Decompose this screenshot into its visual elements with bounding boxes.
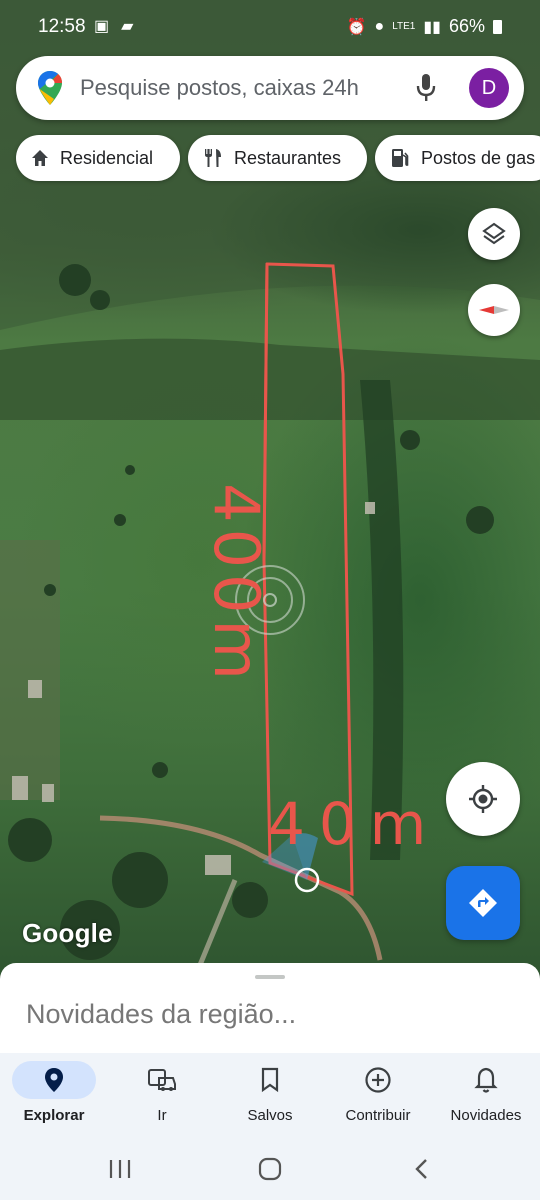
nav-label: Contribuir [345, 1107, 411, 1124]
directions-button[interactable] [446, 866, 520, 940]
chip-label: Restaurantes [234, 147, 342, 168]
chip-label: Postos de gas [421, 147, 536, 168]
bookmark-icon [261, 1067, 279, 1093]
home-nav-icon[interactable] [258, 1157, 282, 1181]
bottom-sheet[interactable]: Novidades da região... [0, 963, 540, 1055]
nav-label: Ir [157, 1107, 167, 1124]
bottom-navigation: Explorar Ir Salvos Contribuir Novidades [0, 1053, 540, 1137]
sheet-drag-handle[interactable] [255, 975, 285, 979]
alarm-icon: ⏰ [346, 18, 367, 36]
directions-icon [469, 889, 497, 917]
network-label: LTE1 [392, 21, 416, 32]
chip-residencial[interactable]: Residencial [16, 135, 180, 181]
back-icon[interactable] [412, 1158, 432, 1180]
message-icon: ▰ [121, 18, 134, 35]
google-attribution: Google [22, 918, 113, 948]
annotation-width: 40m [268, 790, 441, 858]
search-input[interactable] [80, 68, 410, 108]
nav-contribuir[interactable]: Contribuir [324, 1053, 432, 1137]
chip-label: Residencial [60, 147, 154, 168]
gas-station-icon [392, 149, 409, 167]
system-navigation-bar [0, 1137, 540, 1200]
home-icon [32, 150, 48, 166]
commute-icon [148, 1069, 176, 1091]
recent-apps-icon[interactable] [108, 1159, 132, 1179]
annotation-length: 400m [199, 483, 273, 686]
compass-icon [479, 306, 509, 314]
battery-icon [493, 19, 502, 34]
my-location-icon [469, 785, 497, 813]
maps-logo-icon [38, 71, 62, 105]
compass-button[interactable] [468, 284, 520, 336]
nav-salvos[interactable]: Salvos [216, 1053, 324, 1137]
nav-novidades[interactable]: Novidades [432, 1053, 540, 1137]
chip-restaurantes[interactable]: Restaurantes [188, 135, 367, 181]
battery-level: 66% [448, 16, 485, 36]
status-time: 12:58 [38, 16, 86, 37]
chip-postos[interactable]: Postos de gas [375, 135, 540, 181]
bell-icon [474, 1067, 498, 1093]
avatar[interactable]: D [469, 68, 509, 108]
sheet-title: Novidades da região... [26, 999, 297, 1029]
my-location-button[interactable] [446, 762, 520, 836]
nav-ir[interactable]: Ir [108, 1053, 216, 1137]
status-bar: 12:58 ▣ ▰ ⏰ ● LTE1 ▮▮ 66% [0, 0, 540, 54]
explore-pin-icon [45, 1068, 63, 1092]
add-circle-icon [365, 1067, 391, 1093]
microphone-icon[interactable] [414, 70, 438, 106]
layers-button[interactable] [468, 208, 520, 260]
fork-knife-icon [205, 149, 221, 167]
search-bar[interactable]: D [16, 56, 524, 120]
nav-label: Salvos [247, 1107, 293, 1124]
signal-icon: ▮▮ [423, 18, 441, 36]
nav-label: Explorar [23, 1107, 85, 1124]
layers-icon [482, 222, 506, 245]
nav-label: Novidades [450, 1107, 522, 1124]
location-icon: ● [374, 17, 385, 35]
nav-explorar[interactable]: Explorar [0, 1053, 108, 1137]
gallery-icon: ▣ [94, 18, 110, 35]
